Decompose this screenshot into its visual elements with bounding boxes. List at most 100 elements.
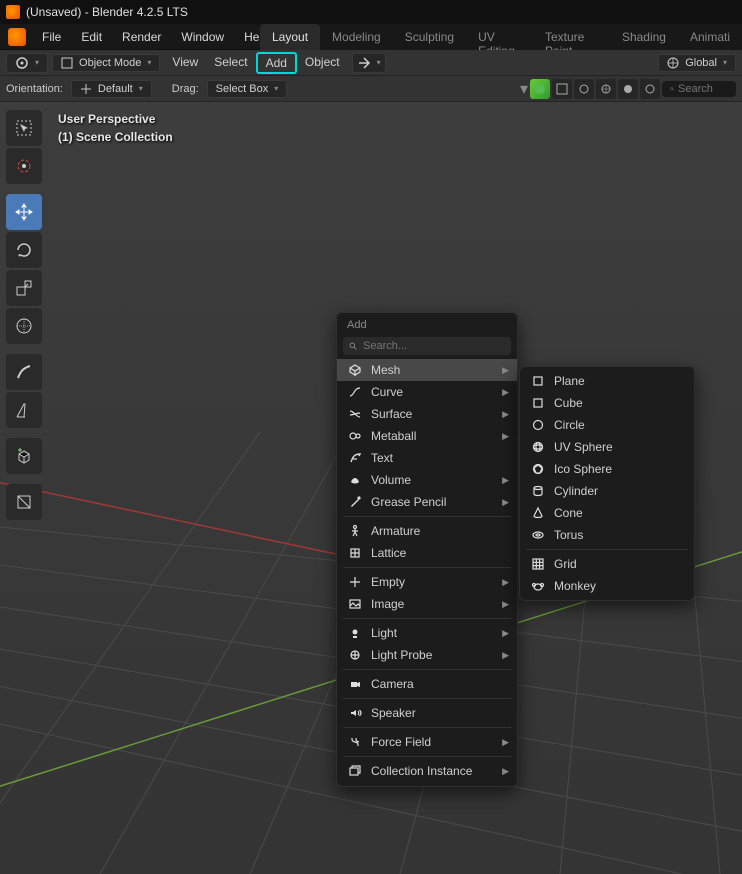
mesh-item-cylinder[interactable]: Cylinder — [520, 480, 694, 502]
volume-icon — [347, 472, 363, 488]
cone-icon — [530, 505, 546, 521]
drag-dropdown[interactable]: Select Box ▾ — [207, 80, 288, 98]
light-icon — [347, 625, 363, 641]
mesh-item-circle[interactable]: Circle — [520, 414, 694, 436]
rotate-tool[interactable] — [6, 232, 42, 268]
menu-window[interactable]: Window — [171, 26, 234, 48]
menu-item-label: Lattice — [371, 546, 406, 560]
header-menu-object[interactable]: Object — [297, 52, 348, 74]
drag-label: Drag: — [172, 83, 199, 95]
add-menu-title: Add — [337, 313, 517, 337]
armature-icon — [347, 523, 363, 539]
cylinder-icon — [530, 483, 546, 499]
add-item-image[interactable]: Image▶ — [337, 593, 517, 615]
header-menu-select[interactable]: Select — [206, 52, 255, 74]
menu-render[interactable]: Render — [112, 26, 171, 48]
blender-logo-icon[interactable] — [8, 28, 26, 46]
add-item-lattice[interactable]: Lattice — [337, 542, 517, 564]
window-title: (Unsaved) - Blender 4.2.5 LTS — [26, 5, 188, 19]
mesh-item-grid[interactable]: Grid — [520, 553, 694, 575]
overlay-toggle-icon[interactable] — [552, 79, 572, 99]
workspace-tab-sculpting[interactable]: Sculpting — [393, 24, 466, 50]
menu-item-label: Cube — [554, 396, 583, 410]
menu-item-label: Light — [371, 626, 397, 640]
editor-type-selector[interactable]: ▾ — [6, 53, 48, 73]
lattice-icon — [347, 545, 363, 561]
mesh-item-ico-sphere[interactable]: Ico Sphere — [520, 458, 694, 480]
add-cube-tool[interactable] — [6, 438, 42, 474]
add-item-collection-instance[interactable]: Collection Instance▶ — [337, 760, 517, 782]
plane-icon — [530, 373, 546, 389]
monkey-icon — [530, 578, 546, 594]
material-shading-icon[interactable] — [640, 79, 660, 99]
add-item-force-field[interactable]: Force Field▶ — [337, 731, 517, 753]
metaball-icon — [347, 428, 363, 444]
torus-icon — [530, 527, 546, 543]
submenu-arrow-icon: ▶ — [502, 497, 509, 508]
select-box-tool[interactable] — [6, 110, 42, 146]
add-item-surface[interactable]: Surface▶ — [337, 403, 517, 425]
menu-item-label: Armature — [371, 524, 420, 538]
workspace-tab-layout[interactable]: Layout — [260, 24, 320, 50]
workspace-tab-uv-editing[interactable]: UV Editing — [466, 24, 533, 50]
move-tool[interactable] — [6, 194, 42, 230]
annotate-tool[interactable] — [6, 354, 42, 390]
submenu-arrow-icon: ▶ — [502, 628, 509, 639]
shade-tool[interactable] — [6, 484, 42, 520]
menu-item-label: Mesh — [371, 363, 400, 377]
add-menu-search[interactable] — [343, 337, 511, 355]
mode-selector[interactable]: Object Mode ▾ — [52, 54, 160, 72]
add-item-grease-pencil[interactable]: Grease Pencil▶ — [337, 491, 517, 513]
add-item-volume[interactable]: Volume▶ — [337, 469, 517, 491]
workspace-tab-texture-paint[interactable]: Texture Paint — [533, 24, 610, 50]
gizmos-dropdown[interactable]: ▾ — [352, 53, 386, 73]
image-icon — [347, 596, 363, 612]
scene-label: (1) Scene Collection — [58, 128, 173, 146]
menu-edit[interactable]: Edit — [71, 26, 112, 48]
add-item-text[interactable]: Text — [337, 447, 517, 469]
search-field[interactable] — [662, 81, 736, 97]
submenu-arrow-icon: ▶ — [502, 599, 509, 610]
mode-label: Object Mode — [79, 57, 141, 69]
search-input[interactable] — [678, 83, 728, 95]
header-menu-view[interactable]: View — [164, 52, 206, 74]
add-item-curve[interactable]: Curve▶ — [337, 381, 517, 403]
speaker-icon — [347, 705, 363, 721]
add-item-light[interactable]: Light ▶ — [337, 622, 517, 644]
mesh-item-torus[interactable]: Torus — [520, 524, 694, 546]
workspace-tab-modeling[interactable]: Modeling — [320, 24, 393, 50]
viewport-shading-icon[interactable] — [530, 79, 550, 99]
transform-orientation-dropdown[interactable]: Global ▾ — [658, 54, 736, 72]
wireframe-icon[interactable] — [596, 79, 616, 99]
add-item-light-probe[interactable]: Light Probe▶ — [337, 644, 517, 666]
add-menu-search-input[interactable] — [363, 340, 505, 352]
add-item-armature[interactable]: Armature — [337, 520, 517, 542]
mesh-item-cone[interactable]: Cone — [520, 502, 694, 524]
add-item-camera[interactable]: Camera — [337, 673, 517, 695]
add-item-empty[interactable]: Empty▶ — [337, 571, 517, 593]
menu-item-label: Force Field — [371, 735, 431, 749]
search-icon — [349, 340, 357, 352]
solid-shading-icon[interactable] — [618, 79, 638, 99]
add-item-mesh[interactable]: Mesh▶ — [337, 359, 517, 381]
header-menu-add[interactable]: Add — [256, 52, 297, 74]
xray-toggle-icon[interactable] — [574, 79, 594, 99]
workspace-tab-animati[interactable]: Animati — [678, 24, 742, 50]
menu-file[interactable]: File — [32, 26, 71, 48]
mesh-item-plane[interactable]: Plane — [520, 370, 694, 392]
add-item-metaball[interactable]: Metaball▶ — [337, 425, 517, 447]
menu-item-label: Collection Instance — [371, 764, 472, 778]
scale-tool[interactable] — [6, 270, 42, 306]
menu-item-label: Volume — [371, 473, 411, 487]
add-item-speaker[interactable]: Speaker — [337, 702, 517, 724]
workspace-tab-shading[interactable]: Shading — [610, 24, 678, 50]
mesh-item-monkey[interactable]: Monkey — [520, 575, 694, 597]
mesh-item-uv-sphere[interactable]: UV Sphere — [520, 436, 694, 458]
measure-tool[interactable] — [6, 392, 42, 428]
cursor-tool[interactable] — [6, 148, 42, 184]
tool-settings-bar: Orientation: Default ▾ Drag: Select Box … — [0, 76, 742, 102]
viewport-info-label: User Perspective (1) Scene Collection — [58, 110, 173, 146]
orientation-dropdown[interactable]: Default ▾ — [71, 80, 152, 98]
transform-tool[interactable] — [6, 308, 42, 344]
mesh-item-cube[interactable]: Cube — [520, 392, 694, 414]
